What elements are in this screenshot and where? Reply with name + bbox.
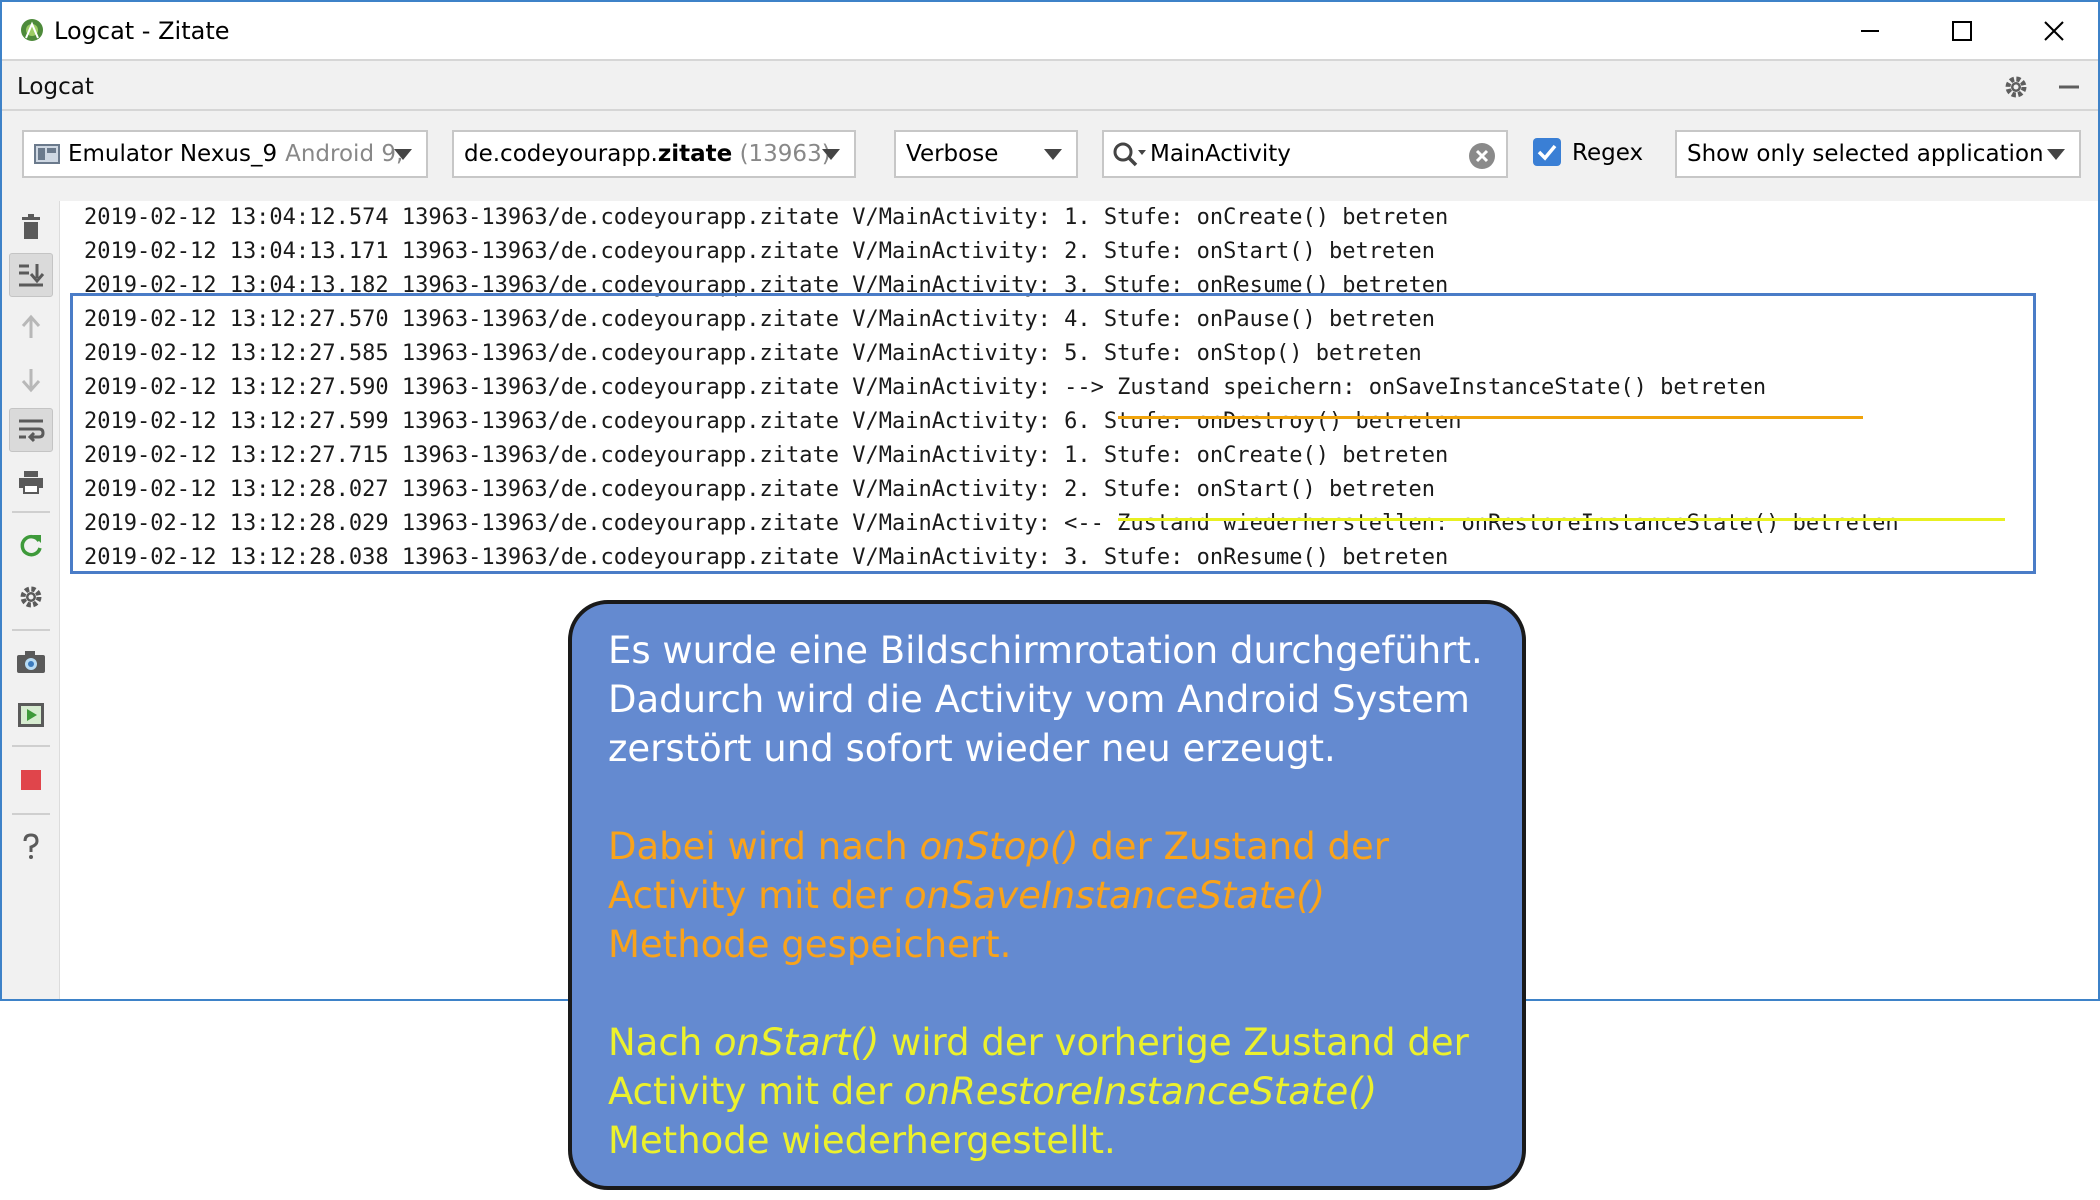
callout-method: onStop() — [919, 825, 1079, 868]
process-pid: (13963) — [739, 141, 831, 167]
search-input[interactable] — [1150, 136, 1450, 172]
clear-search-icon[interactable] — [1468, 142, 1496, 174]
settings-button[interactable] — [2001, 72, 2031, 102]
trash-icon — [22, 214, 40, 239]
stop-button[interactable] — [9, 758, 53, 802]
chevron-down-icon — [822, 149, 840, 160]
process-dropdown[interactable]: de.codeyourapp.zitate (13963) — [452, 130, 856, 178]
up-button[interactable] — [9, 305, 53, 349]
help-button[interactable] — [9, 825, 53, 869]
search-field[interactable] — [1102, 130, 1508, 178]
device-name: Emulator Nexus_9 — [68, 141, 278, 167]
chevron-down-icon — [1044, 149, 1062, 160]
soft-wrap-icon — [19, 419, 45, 443]
device-icon — [34, 144, 60, 164]
chevron-down-icon — [2047, 149, 2065, 160]
process-package-prefix: de.codeyourapp. — [464, 141, 658, 167]
tool-window-title: Logcat — [17, 74, 94, 100]
regex-checkbox[interactable] — [1533, 138, 1561, 166]
device-dropdown[interactable]: Emulator Nexus_9 Android 9, — [22, 130, 428, 178]
filter-bar: Emulator Nexus_9 Android 9, de.codeyoura… — [2, 111, 2098, 201]
down-button[interactable] — [9, 358, 53, 402]
process-package-name: zitate — [657, 141, 733, 167]
restore-state-underline — [1118, 518, 2005, 521]
tool-window-header: Logcat — [2, 59, 2098, 111]
window-title: Logcat - Zitate — [54, 17, 230, 45]
search-icon[interactable] — [1112, 141, 1146, 173]
checkmark-icon — [1537, 144, 1557, 161]
maximize-button[interactable] — [1916, 2, 2008, 59]
close-icon — [2044, 20, 2064, 41]
screen-capture-button[interactable] — [9, 640, 53, 684]
scroll-to-end-button[interactable] — [9, 253, 53, 297]
callout-method: onRestoreInstanceState() — [903, 1070, 1378, 1113]
help-icon — [23, 833, 39, 859]
callout-method: onSaveInstanceState() — [903, 874, 1326, 917]
regex-label: Regex — [1572, 140, 1644, 166]
log-level-dropdown[interactable]: Verbose — [894, 130, 1078, 178]
chevron-down-icon — [394, 149, 412, 160]
restart-button[interactable] — [9, 523, 53, 567]
camera-icon — [17, 651, 45, 673]
callout-method: onStart() — [713, 1021, 880, 1064]
android-studio-icon — [20, 18, 44, 42]
minimize-button[interactable] — [1824, 2, 1916, 59]
logcat-toolbar — [2, 201, 60, 999]
callout-intro: Es wurde eine Bildschirmrotation durchge… — [608, 629, 1483, 770]
soft-wrap-button[interactable] — [9, 408, 53, 452]
gear-icon — [2005, 76, 2027, 98]
toolbar-separator — [12, 745, 50, 747]
callout-text: Dabei wird nach — [608, 825, 920, 868]
logcat-settings-button[interactable] — [9, 575, 53, 619]
callout-save-explanation: Dabei wird nach onStop() der Zustand der… — [608, 822, 1486, 969]
toolbar-separator — [12, 629, 50, 631]
toolbar-separator — [12, 511, 50, 513]
stop-icon — [21, 770, 41, 790]
scope-dropdown[interactable]: Show only selected application — [1675, 130, 2081, 178]
maximize-icon — [1952, 20, 1972, 41]
arrow-down-icon — [21, 369, 41, 393]
scroll-to-end-icon — [19, 264, 45, 287]
toolbar-separator — [12, 813, 50, 815]
minimize-panel-icon — [2059, 85, 2079, 89]
highlight-box — [70, 293, 2036, 574]
close-button[interactable] — [2008, 2, 2098, 59]
restart-icon — [20, 534, 42, 557]
print-icon — [19, 471, 43, 494]
callout-restore-explanation: Nach onStart() wird der vorherige Zustan… — [608, 1018, 1486, 1165]
log-line: 2019-02-12 13:04:13.171 13963-13963/de.c… — [84, 239, 1436, 264]
hide-panel-button[interactable] — [2054, 72, 2084, 102]
callout-text: Nach — [608, 1021, 714, 1064]
minimize-icon — [1861, 29, 1879, 32]
device-detail: Android 9, — [285, 141, 404, 167]
title-bar: Logcat - Zitate — [2, 2, 2098, 59]
callout-text: Methode wiederhergestellt. — [608, 1119, 1116, 1162]
print-button[interactable] — [9, 460, 53, 504]
explanation-callout: Es wurde eine Bildschirmrotation durchge… — [568, 600, 1526, 1190]
screen-record-button[interactable] — [9, 693, 53, 737]
callout-text: Methode gespeichert. — [608, 923, 1012, 966]
scope-value: Show only selected application — [1687, 141, 2044, 167]
arrow-up-icon — [21, 314, 41, 338]
gear-icon — [20, 586, 42, 608]
clear-logcat-button[interactable] — [9, 205, 53, 249]
log-line: 2019-02-12 13:04:12.574 13963-13963/de.c… — [84, 205, 1449, 230]
log-level-value: Verbose — [906, 141, 999, 167]
save-state-underline — [1118, 416, 1863, 419]
screen-record-icon — [18, 703, 44, 727]
